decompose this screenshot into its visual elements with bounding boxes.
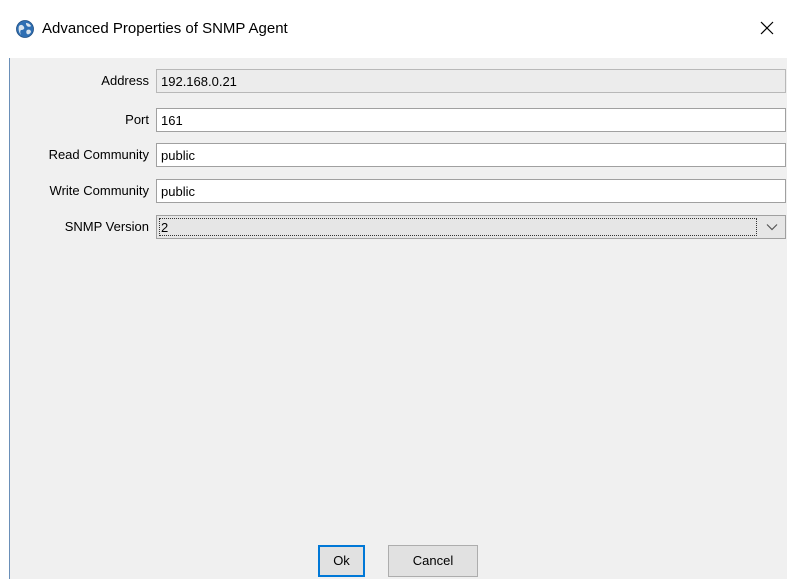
globe-icon bbox=[16, 20, 34, 38]
read-community-label: Read Community bbox=[48, 147, 149, 162]
read-community-field[interactable] bbox=[156, 143, 786, 167]
ok-button[interactable]: Ok bbox=[318, 545, 365, 577]
address-label: Address bbox=[101, 73, 149, 88]
write-community-label: Write Community bbox=[49, 183, 149, 198]
port-field[interactable] bbox=[156, 108, 786, 132]
close-button[interactable] bbox=[747, 12, 787, 46]
port-label: Port bbox=[125, 112, 149, 127]
address-row: Address bbox=[10, 69, 787, 93]
write-community-field[interactable] bbox=[156, 179, 786, 203]
dialog-title: Advanced Properties of SNMP Agent bbox=[42, 20, 288, 37]
chevron-down-icon[interactable] bbox=[759, 216, 785, 238]
cancel-button[interactable]: Cancel bbox=[388, 545, 478, 577]
port-row: Port bbox=[10, 108, 787, 132]
dialog-content: Address Port Read Community Write Commun… bbox=[9, 58, 787, 579]
snmp-version-label: SNMP Version bbox=[64, 219, 149, 234]
read-community-row: Read Community bbox=[10, 143, 787, 167]
close-icon bbox=[760, 21, 774, 38]
snmp-version-row: SNMP Version 2 bbox=[10, 215, 787, 239]
snmp-version-select[interactable]: 2 bbox=[156, 215, 786, 239]
title-bar: Advanced Properties of SNMP Agent bbox=[0, 0, 787, 58]
snmp-version-value: 2 bbox=[159, 218, 757, 236]
address-field[interactable] bbox=[156, 69, 786, 93]
write-community-row: Write Community bbox=[10, 179, 787, 203]
snmp-agent-dialog: Advanced Properties of SNMP Agent Addres… bbox=[0, 0, 787, 579]
